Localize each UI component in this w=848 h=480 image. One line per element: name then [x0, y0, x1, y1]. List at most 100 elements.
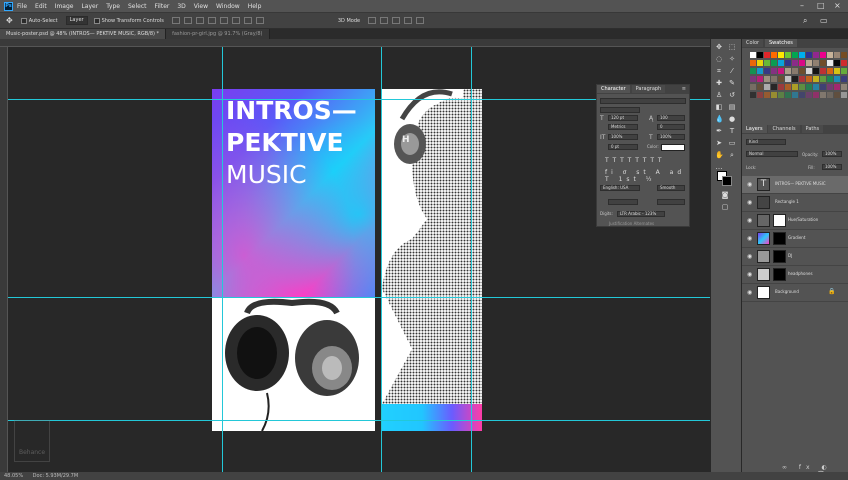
align-middle-icon[interactable]	[219, 17, 228, 24]
background-color-swatch[interactable]	[722, 176, 732, 186]
color-swatch[interactable]	[834, 76, 840, 82]
guide-horizontal[interactable]	[8, 297, 710, 298]
color-swatch[interactable]	[764, 60, 770, 66]
menu-filter[interactable]: Filter	[155, 3, 170, 10]
layer-dropdown[interactable]: Layer	[65, 16, 88, 25]
menu-image[interactable]: Image	[55, 3, 74, 10]
color-swatch[interactable]	[834, 92, 840, 98]
zoom-level[interactable]: 48.05%	[4, 473, 23, 479]
workspace-icon[interactable]: ▭	[820, 16, 828, 25]
color-swatch[interactable]	[792, 52, 798, 58]
healing-brush-icon[interactable]: ✚	[715, 79, 723, 87]
align-right-icon[interactable]	[195, 17, 204, 24]
leading-field[interactable]: 100	[657, 115, 685, 121]
color-swatch[interactable]	[750, 84, 756, 90]
layer-name[interactable]: INTROS— PEKTIVE MUSIC	[775, 181, 826, 186]
color-swatch[interactable]	[827, 68, 833, 74]
color-swatch[interactable]	[792, 76, 798, 82]
color-swatch[interactable]	[799, 52, 805, 58]
maximize-icon[interactable]: □	[817, 1, 825, 10]
text-style-buttons[interactable]: TTTTTTTT	[605, 157, 666, 164]
top-ruler[interactable]	[0, 39, 710, 47]
layer-row[interactable]: ◉ Background 🔒	[742, 284, 848, 302]
show-transform-checkbox[interactable]	[93, 17, 100, 24]
3d-scale-icon[interactable]	[416, 17, 425, 24]
align-bottom-icon[interactable]	[231, 17, 240, 24]
color-swatch[interactable]	[813, 92, 819, 98]
pen-tool-icon[interactable]: ✒	[715, 127, 723, 135]
panel-menu-icon[interactable]: ≡	[682, 86, 686, 92]
align-left-icon[interactable]	[171, 17, 180, 24]
color-swatch[interactable]	[813, 84, 819, 90]
blend-mode-dropdown[interactable]: Normal	[746, 151, 798, 157]
color-swatch[interactable]	[750, 76, 756, 82]
quick-mask-icon[interactable]: ◙	[721, 191, 729, 199]
close-icon[interactable]: ×	[834, 1, 841, 10]
menu-layer[interactable]: Layer	[81, 3, 98, 10]
layer-row[interactable]: ◉ Rectangle 1	[742, 194, 848, 212]
layer-row[interactable]: ◉ headphones	[742, 266, 848, 284]
tab-paths[interactable]: Paths	[801, 125, 824, 133]
layer-row[interactable]: ◉ DJ	[742, 248, 848, 266]
distribute-h-icon[interactable]	[255, 17, 264, 24]
color-swatch[interactable]	[757, 92, 763, 98]
menu-help[interactable]: Help	[248, 3, 262, 10]
color-swatch[interactable]	[764, 84, 770, 90]
color-swatch[interactable]	[813, 60, 819, 66]
ligature-field[interactable]	[608, 199, 638, 205]
color-swatch[interactable]	[771, 52, 777, 58]
color-swatch[interactable]	[785, 84, 791, 90]
type-tool-icon[interactable]: T	[728, 127, 736, 135]
poster-right[interactable]: H	[382, 89, 482, 431]
align-center-icon[interactable]	[183, 17, 192, 24]
3d-pan-icon[interactable]	[392, 17, 401, 24]
color-swatch[interactable]	[764, 52, 770, 58]
language-dropdown[interactable]: English: USA	[600, 185, 640, 191]
tab-channels[interactable]: Channels	[768, 125, 800, 133]
menu-edit[interactable]: Edit	[35, 3, 47, 10]
visibility-eye-icon[interactable]: ◉	[747, 217, 752, 224]
color-swatch[interactable]	[806, 92, 812, 98]
color-swatch[interactable]	[771, 68, 777, 74]
color-swatch[interactable]	[785, 60, 791, 66]
color-swatch[interactable]	[799, 76, 805, 82]
color-swatch[interactable]	[750, 60, 756, 66]
layer-filter-kind[interactable]: Kind	[746, 139, 786, 145]
vertical-scale-field[interactable]: 100%	[608, 134, 638, 140]
color-swatch[interactable]	[799, 84, 805, 90]
menu-type[interactable]: Type	[106, 3, 120, 10]
visibility-eye-icon[interactable]: ◉	[747, 271, 752, 278]
color-swatch[interactable]	[764, 68, 770, 74]
color-swatch[interactable]	[827, 84, 833, 90]
lasso-tool-icon[interactable]: ◌	[715, 55, 723, 63]
color-swatch[interactable]	[792, 60, 798, 66]
color-swatch[interactable]	[834, 68, 840, 74]
tab-paragraph[interactable]: Paragraph	[631, 85, 666, 93]
color-swatch[interactable]	[757, 60, 763, 66]
poster-left[interactable]: INTROS— PEKTIVE MUSIC	[212, 89, 375, 431]
color-swatch[interactable]	[771, 76, 777, 82]
color-swatch[interactable]	[827, 60, 833, 66]
color-swatch[interactable]	[792, 84, 798, 90]
3d-roll-icon[interactable]	[380, 17, 389, 24]
eyedropper-icon[interactable]: ⁄	[728, 67, 736, 75]
tab-layers[interactable]: Layers	[742, 125, 767, 133]
color-swatch[interactable]	[813, 76, 819, 82]
poster-title-line-1[interactable]: INTROS—	[226, 97, 357, 125]
color-swatch[interactable]	[750, 92, 756, 98]
align-top-icon[interactable]	[207, 17, 216, 24]
dodge-tool-icon[interactable]: ●	[728, 115, 736, 123]
poster-title-line-2[interactable]: PEKTIVE	[226, 129, 344, 157]
guide-vertical[interactable]	[222, 47, 223, 472]
screen-mode-icon[interactable]: ▢	[721, 203, 729, 211]
baseline-shift-field[interactable]: 0 pt	[608, 144, 638, 150]
color-swatch[interactable]	[820, 52, 826, 58]
visibility-eye-icon[interactable]: ◉	[747, 253, 752, 260]
color-swatch[interactable]	[827, 76, 833, 82]
digits-dropdown[interactable]: LTR Arabic - 123%	[617, 211, 665, 217]
visibility-eye-icon[interactable]: ◉	[747, 235, 752, 242]
color-swatch[interactable]	[820, 60, 826, 66]
color-swatch[interactable]	[834, 84, 840, 90]
color-swatch[interactable]	[785, 76, 791, 82]
color-swatch[interactable]	[806, 52, 812, 58]
